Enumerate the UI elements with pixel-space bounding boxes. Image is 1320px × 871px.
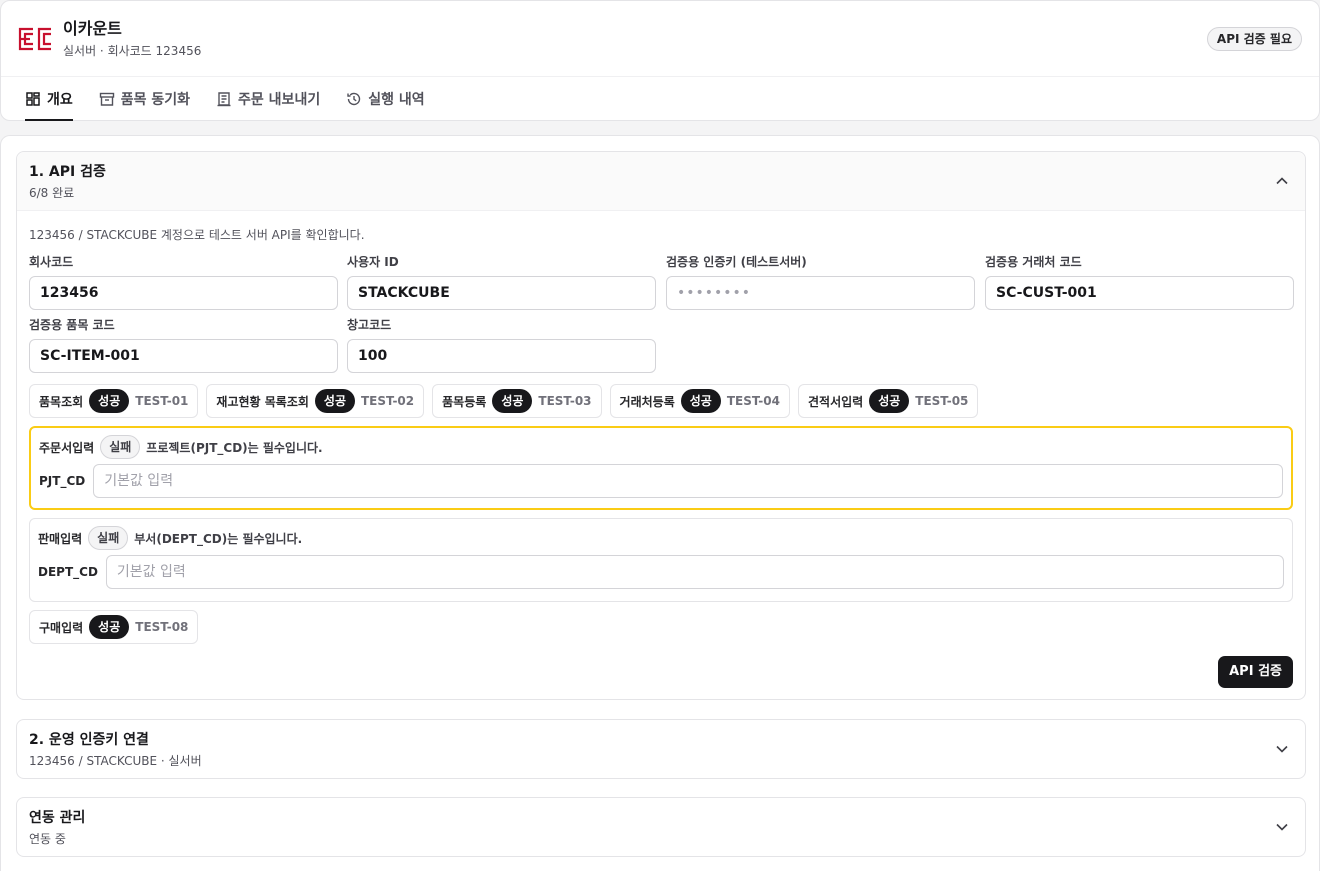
tab-label: 주문 내보내기 — [238, 92, 321, 108]
auth-key-field: 검증용 인증키 (테스트서버) •••••••• — [666, 254, 975, 310]
prod-key-header[interactable]: 2. 운영 인증키 연결 123456 / STACKCUBE · 실서버 — [17, 720, 1305, 779]
document-icon — [217, 92, 231, 107]
status-badge: 성공 — [869, 389, 910, 413]
field-label: 사용자 ID — [347, 255, 399, 269]
test-result-pill: 견적서입력 성공 TEST-05 — [797, 384, 979, 418]
test-name: 주문서입력 — [39, 440, 95, 455]
archive-icon — [99, 92, 114, 106]
test-results-row: 품목조회 성공 TEST-01 재고현황 목록조회 성공 TEST-02 품목등… — [29, 384, 986, 418]
dept-cd-input[interactable]: 기본값 입력 — [105, 555, 1284, 589]
test-code: TEST-02 — [361, 394, 415, 408]
section-description: 123456 / STACKCUBE 계정으로 테스트 서버 API를 확인합니… — [29, 228, 365, 242]
status-badge: 성공 — [314, 389, 355, 413]
test-name: 품목등록 — [442, 394, 487, 409]
api-status-badge: API 검증 필요 — [1206, 27, 1302, 51]
test-code: TEST-04 — [726, 394, 780, 408]
test-results-row: 구매입력 성공 TEST-08 — [29, 610, 206, 644]
company-code-field: 회사코드 123456 — [29, 254, 338, 310]
field-label: PJT_CD — [39, 474, 86, 488]
status-badge: 성공 — [89, 615, 130, 639]
item-code-field: 검증용 품목 코드 SC-ITEM-001 — [29, 317, 338, 373]
field-label: DEPT_CD — [38, 565, 98, 579]
app-title: 이카운트 — [63, 19, 122, 38]
test-name: 재고현황 목록조회 — [216, 394, 309, 409]
status-badge: 성공 — [680, 389, 721, 413]
link-management-section: 연동 관리 연동 중 — [16, 797, 1306, 857]
test-code: TEST-03 — [538, 394, 592, 408]
section-subtitle: 123456 / STACKCUBE · 실서버 — [29, 754, 202, 768]
test-result-pill: 구매입력 성공 TEST-08 — [29, 610, 199, 644]
api-verify-button[interactable]: API 검증 — [1218, 656, 1293, 688]
tab-overview[interactable]: 개요 — [25, 77, 73, 121]
ecount-logo-icon — [18, 27, 51, 51]
test-name: 견적서입력 — [807, 394, 864, 409]
tab-order-export[interactable]: 주문 내보내기 — [216, 77, 320, 121]
company-code-input[interactable]: 123456 — [29, 276, 338, 310]
brand: 이카운트 실서버 · 회사코드 123456 — [17, 19, 201, 59]
section-title: 2. 운영 인증키 연결 — [29, 732, 149, 748]
item-code-input[interactable]: SC-ITEM-001 — [29, 339, 338, 373]
failed-test-sales-input: 판매입력 실패 부서(DEPT_CD)는 필수입니다. DEPT_CD 기본값 … — [29, 518, 1293, 602]
test-code: TEST-01 — [135, 394, 189, 408]
section-subtitle: 연동 중 — [29, 832, 66, 846]
prod-key-section: 2. 운영 인증키 연결 123456 / STACKCUBE · 실서버 — [16, 719, 1306, 779]
section-title: 연동 관리 — [29, 810, 86, 826]
user-id-input[interactable]: STACKCUBE — [347, 276, 656, 310]
auth-key-input[interactable]: •••••••• — [666, 276, 975, 310]
error-message: 부서(DEPT_CD)는 필수입니다. — [134, 531, 303, 546]
api-verify-header[interactable]: 1. API 검증 6/8 완료 — [17, 152, 1305, 211]
app-header: 이카운트 실서버 · 회사코드 123456 API 검증 필요 개요 품목 동… — [0, 0, 1320, 121]
status-badge: 성공 — [89, 389, 130, 413]
failed-test-order-input: 주문서입력 실패 프로젝트(PJT_CD)는 필수입니다. PJT_CD 기본값… — [29, 426, 1293, 510]
field-label: 창고코드 — [347, 318, 392, 332]
pjt-cd-input[interactable]: 기본값 입력 — [93, 464, 1283, 498]
tab-label: 실행 내역 — [368, 92, 425, 108]
link-management-header[interactable]: 연동 관리 연동 중 — [17, 798, 1305, 857]
history-icon — [347, 92, 361, 106]
test-result-pill: 재고현황 목록조회 성공 TEST-02 — [206, 384, 425, 418]
test-result-pill: 품목조회 성공 TEST-01 — [29, 384, 199, 418]
warehouse-code-field: 창고코드 100 — [347, 317, 656, 373]
test-code: TEST-05 — [915, 394, 969, 408]
test-name: 구매입력 — [39, 620, 84, 635]
tab-bar: 개요 품목 동기화 주문 내보내기 실행 내역 — [1, 76, 1319, 121]
test-result-pill: 거래처등록 성공 TEST-04 — [609, 384, 790, 418]
app-subtitle: 실서버 · 회사코드 123456 — [63, 44, 202, 58]
tab-label: 개요 — [47, 92, 73, 108]
field-label: 검증용 인증키 (테스트서버) — [666, 255, 807, 269]
tab-label: 품목 동기화 — [120, 92, 191, 108]
field-label: 검증용 거래처 코드 — [985, 255, 1082, 269]
test-name: 품목조회 — [39, 394, 84, 409]
chevron-up-icon[interactable] — [1275, 174, 1289, 188]
warehouse-code-input[interactable]: 100 — [347, 339, 656, 373]
status-badge: 실패 — [100, 435, 141, 459]
test-name: 판매입력 — [38, 531, 83, 546]
api-verify-section: 1. API 검증 6/8 완료 123456 / STACKCUBE 계정으로… — [16, 151, 1306, 700]
main-panel: 1. API 검증 6/8 완료 123456 / STACKCUBE 계정으로… — [0, 135, 1320, 871]
user-id-field: 사용자 ID STACKCUBE — [347, 254, 656, 310]
field-label: 회사코드 — [29, 255, 74, 269]
status-badge: 실패 — [88, 526, 129, 550]
chevron-down-icon[interactable] — [1275, 820, 1289, 834]
tab-item-sync[interactable]: 품목 동기화 — [99, 77, 190, 121]
dashboard-icon — [26, 92, 40, 106]
error-message: 프로젝트(PJT_CD)는 필수입니다. — [146, 440, 323, 455]
status-badge: 성공 — [492, 389, 533, 413]
chevron-down-icon[interactable] — [1275, 742, 1289, 756]
test-name: 거래처등록 — [619, 394, 675, 409]
field-label: 검증용 품목 코드 — [29, 318, 115, 332]
section-title: 1. API 검증 — [29, 164, 106, 180]
test-code: TEST-08 — [135, 620, 189, 634]
section-progress: 6/8 완료 — [29, 186, 75, 200]
customer-code-input[interactable]: SC-CUST-001 — [985, 276, 1294, 310]
customer-code-field: 검증용 거래처 코드 SC-CUST-001 — [985, 254, 1294, 310]
tab-run-history[interactable]: 실행 내역 — [346, 77, 425, 121]
test-result-pill: 품목등록 성공 TEST-03 — [432, 384, 602, 418]
